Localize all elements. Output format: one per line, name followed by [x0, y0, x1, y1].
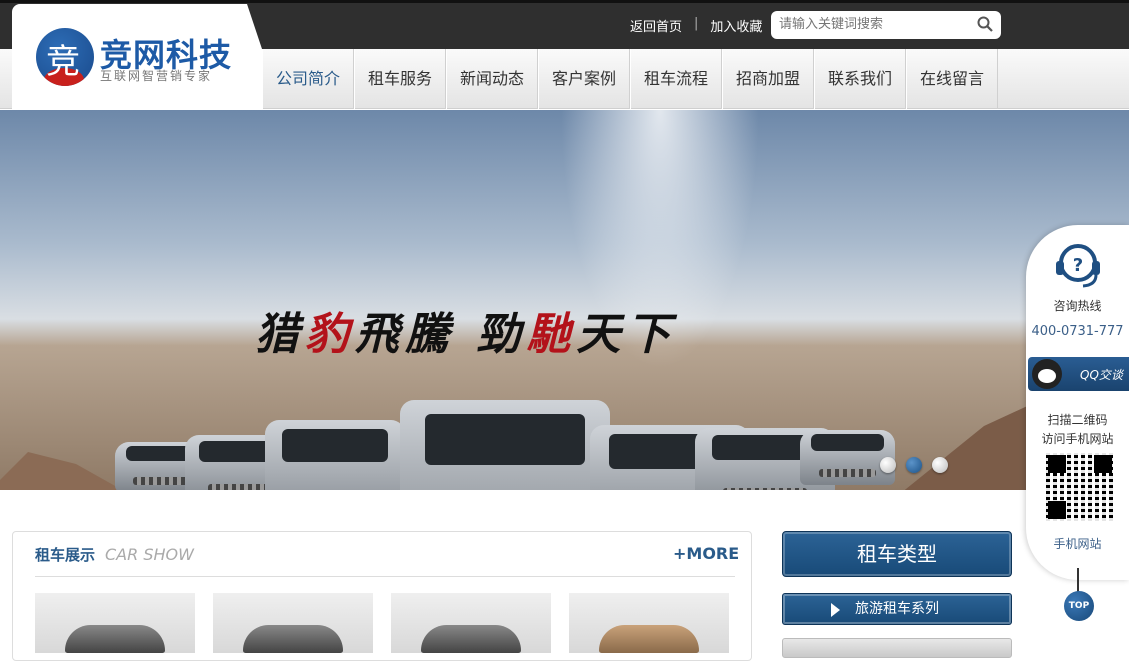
more-link[interactable]: +MORE [673, 544, 739, 563]
slogan-part-red: 豹 [305, 309, 355, 360]
link-separator: | [694, 16, 699, 31]
slogan-part-red: 馳 [526, 309, 577, 360]
car-thumbnails [35, 593, 729, 653]
search-box [771, 11, 1001, 39]
slider-dot-active[interactable] [906, 457, 922, 473]
qq-label: QQ交谈 [1080, 368, 1123, 382]
section-title: 租车展示 [35, 546, 96, 564]
hotline-label: 咨询热线 [1053, 299, 1102, 313]
svg-text:?: ? [1073, 255, 1083, 276]
slider-dot[interactable] [880, 457, 896, 473]
qr-code-image [1046, 453, 1114, 521]
car-thumb-shape [65, 625, 165, 653]
section-divider [35, 576, 735, 577]
scan-qr-label: 扫描二维码 [1047, 413, 1108, 427]
section-subtitle: CAR SHOW [105, 545, 194, 564]
hotline-number: 400-0731-777 [1031, 324, 1124, 339]
qq-penguin-icon [1032, 359, 1062, 389]
mobile-site-link[interactable]: 手机网站 [1026, 535, 1129, 552]
slogan-part: 飛騰 勁 [355, 309, 527, 360]
nav-item-message[interactable]: 在线留言 [906, 49, 998, 109]
car-thumbnail[interactable] [391, 593, 551, 653]
car-thumbnail[interactable] [35, 593, 195, 653]
slogan-part: 猎 [255, 309, 305, 360]
floating-service-panel: ? 咨询热线 400-0731-777 QQ交谈 扫描二维码 访问手机网站 手机… [1026, 225, 1129, 580]
car-thumb-shape [421, 625, 521, 653]
home-link[interactable]: 返回首页 [630, 16, 682, 35]
nav-item-cases[interactable]: 客户案例 [538, 49, 630, 109]
nav-item-rental-service[interactable]: 租车服务 [354, 49, 446, 109]
visit-mobile-label: 访问手机网站 [1041, 432, 1114, 446]
rental-types-header: 租车类型 [782, 531, 1012, 577]
nav-item-franchise[interactable]: 招商加盟 [722, 49, 814, 109]
car-image [400, 400, 610, 490]
brand-slogan: 互联网智营销专家 [100, 69, 213, 83]
search-icon[interactable] [977, 16, 993, 32]
car-image [265, 420, 405, 490]
top-links: 返回首页 | 加入收藏 [630, 16, 762, 35]
nav-item-contact[interactable]: 联系我们 [814, 49, 906, 109]
headset-icon[interactable]: ? [1053, 241, 1103, 291]
car-thumbnail[interactable] [213, 593, 373, 653]
favorite-link[interactable]: 加入收藏 [710, 16, 762, 35]
rental-type-item[interactable]: 旅游租车系列 [782, 593, 1012, 625]
logo-glyph: 竞 [46, 42, 80, 82]
hero-banner[interactable]: 猎豹飛騰 勁馳天下 [0, 110, 1129, 490]
rental-type-item[interactable] [782, 638, 1012, 658]
car-thumb-shape [599, 625, 699, 653]
top-button-line [1077, 568, 1079, 592]
nav-item-process[interactable]: 租车流程 [630, 49, 722, 109]
arrow-right-icon [831, 603, 840, 617]
slogan-part: 天下 [576, 309, 677, 360]
main-nav: 公司简介 租车服务 新闻动态 客户案例 租车流程 招商加盟 联系我们 在线留言 [262, 49, 998, 109]
back-to-top-button[interactable]: TOP [1064, 591, 1094, 621]
car-thumb-shape [243, 625, 343, 653]
car-show-section: 租车展示 CAR SHOW +MORE [12, 531, 752, 661]
slider-dot[interactable] [932, 457, 948, 473]
qr-pattern [1046, 453, 1114, 521]
nav-item-news[interactable]: 新闻动态 [446, 49, 538, 109]
banner-slogan: 猎豹飛騰 勁馳天下 [255, 298, 676, 362]
car-lineup-image [110, 390, 900, 490]
logo-icon[interactable]: 竞 [36, 28, 94, 86]
car-thumbnail[interactable] [569, 593, 729, 653]
nav-item-about[interactable]: 公司简介 [262, 49, 354, 109]
slider-dots [880, 457, 948, 473]
rental-type-label: 旅游租车系列 [855, 601, 939, 617]
search-input[interactable] [779, 16, 969, 31]
qq-chat-button[interactable]: QQ交谈 [1028, 357, 1129, 391]
